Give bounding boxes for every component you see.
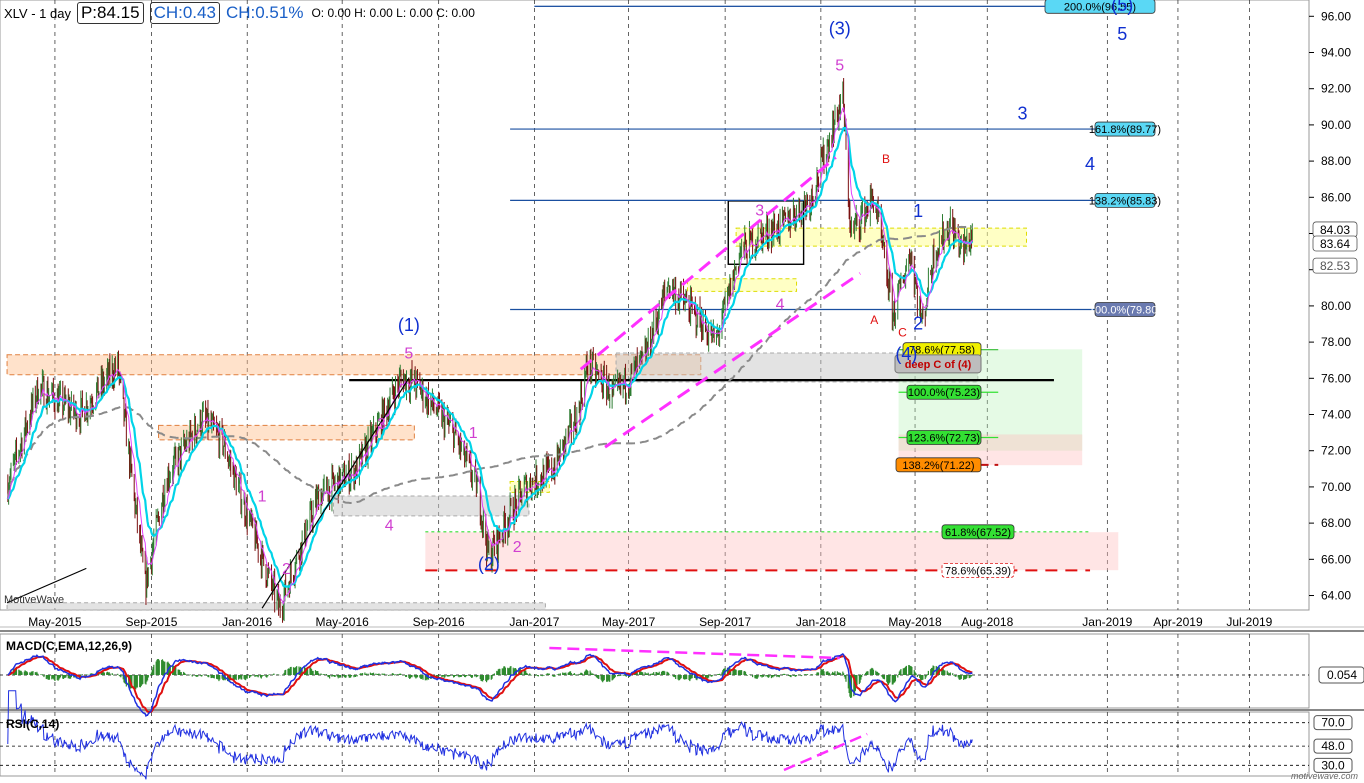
x-tick-label: Jan-2018 bbox=[796, 615, 846, 629]
wave-label: (1) bbox=[398, 315, 420, 335]
wave-label: 2 bbox=[513, 539, 522, 556]
fib-risk-zone bbox=[425, 532, 1119, 571]
rsi-level-label: 48.0 bbox=[1321, 739, 1345, 753]
rsi-title: RSI(C,14) bbox=[6, 717, 59, 731]
y-tick-label: 80.00 bbox=[1321, 299, 1351, 313]
chart-canvas: May-2015 Sep-2015 Jan-2016 May-2016 Sep-2016… bbox=[0, 0, 1364, 780]
y-tick-label: 78.00 bbox=[1321, 335, 1351, 349]
y-tick-label: 92.00 bbox=[1321, 82, 1351, 96]
x-tick-label: Jan-2017 bbox=[509, 615, 559, 629]
wave-label: (2) bbox=[478, 554, 500, 574]
fib-level-label: 100.0%(75.23) bbox=[908, 387, 980, 399]
y-tick-label: 72.00 bbox=[1321, 444, 1351, 458]
macd-title: MACD(C,EMA,12,26,9) bbox=[6, 639, 132, 653]
wave-label: 1 bbox=[469, 425, 478, 442]
price-tag-label: 84.03 bbox=[1320, 223, 1350, 237]
y-tick-label: 74.00 bbox=[1321, 408, 1351, 422]
macd-panel-frame bbox=[0, 633, 1310, 709]
y-tick-label: 76.00 bbox=[1321, 371, 1351, 385]
wave-label: 3 bbox=[377, 416, 386, 433]
wave-label: 3 bbox=[1018, 103, 1028, 123]
x-tick-label: Jan-2019 bbox=[1082, 615, 1132, 629]
y-tick-label: 90.00 bbox=[1321, 118, 1351, 132]
wave-label: 5 bbox=[404, 345, 413, 362]
fib-level-label: 123.6%(72.73) bbox=[908, 432, 980, 444]
x-tick-label: Sep-2015 bbox=[125, 615, 177, 629]
price-tag-label: 82.53 bbox=[1320, 259, 1350, 273]
fib-level-label: 78.6%(65.39) bbox=[945, 565, 1011, 577]
ohlc-readout: O: 0.00 H: 0.00 L: 0.00 C: 0.00 bbox=[311, 6, 475, 20]
x-tick-label: Aug-2018 bbox=[961, 615, 1013, 629]
x-tick-label: Jul-2019 bbox=[1226, 615, 1272, 629]
x-tick-label: Sep-2016 bbox=[413, 615, 465, 629]
x-tick-label: Apr-2019 bbox=[1153, 615, 1203, 629]
wave-label: 4 bbox=[776, 297, 785, 314]
wave-label: 5 bbox=[835, 58, 844, 75]
wave-label: 1 bbox=[913, 201, 923, 221]
wave-label: B bbox=[882, 152, 890, 166]
support-zone bbox=[6, 602, 546, 611]
y-tick-label: 64.00 bbox=[1321, 589, 1351, 603]
change-readout: CH:0.43 bbox=[149, 2, 220, 24]
price-readout: P:84.15 bbox=[76, 2, 144, 24]
fib-level-label: 161.8%(89.77) bbox=[1089, 124, 1161, 136]
x-tick-label: May-2016 bbox=[315, 615, 369, 629]
y-tick-label: 70.00 bbox=[1321, 480, 1351, 494]
macd-value-label: 0.054 bbox=[1327, 668, 1357, 682]
wave-label: 4 bbox=[385, 517, 394, 534]
x-tick-label: May-2015 bbox=[28, 615, 82, 629]
y-tick-label: 68.00 bbox=[1321, 516, 1351, 530]
y-tick-label: 66.00 bbox=[1321, 552, 1351, 566]
y-tick-label: 96.00 bbox=[1321, 9, 1351, 23]
x-tick-label: May-2018 bbox=[888, 615, 942, 629]
target-zone bbox=[686, 278, 798, 292]
symbol-label: XLV - 1 day bbox=[4, 5, 71, 21]
y-tick-label: 86.00 bbox=[1321, 190, 1351, 204]
wave-label: (4) bbox=[895, 344, 917, 364]
wave-label: 2 bbox=[282, 561, 291, 578]
chart-header: XLV - 1 day P:84.15 CH:0.43 CH:0.51% O: … bbox=[4, 2, 475, 24]
wave-label: (3) bbox=[829, 18, 851, 38]
wave-label: C bbox=[898, 326, 907, 340]
footer-credit: motivewave.com bbox=[1290, 771, 1358, 781]
wave-label: (5) bbox=[1111, 0, 1133, 15]
fib-level-label: 61.8%(67.52) bbox=[945, 527, 1011, 539]
x-tick-label: Jan-2016 bbox=[222, 615, 272, 629]
rsi-level-label: 70.0 bbox=[1321, 716, 1345, 730]
fib-level-label: 138.2%(71.22) bbox=[902, 460, 974, 472]
x-tick-label: May-2017 bbox=[602, 615, 656, 629]
x-tick-label: Sep-2017 bbox=[699, 615, 751, 629]
fib-level-label: 138.2%(85.83) bbox=[1089, 195, 1161, 207]
wave-label: 4 bbox=[1085, 154, 1095, 174]
wave-label: 5 bbox=[1117, 24, 1127, 44]
change-pct-readout: CH:0.51% bbox=[225, 3, 304, 22]
y-tick-label: 88.00 bbox=[1321, 154, 1351, 168]
wave-label: 3 bbox=[755, 202, 764, 219]
y-tick-label: 94.00 bbox=[1321, 45, 1351, 59]
wave-label: 2 bbox=[913, 313, 923, 333]
wave-label: 1 bbox=[258, 488, 267, 505]
rsi-panel-frame bbox=[0, 711, 1310, 777]
watermark: MotiveWave bbox=[4, 594, 65, 606]
price-tag-label: 83.64 bbox=[1320, 237, 1350, 251]
wave-label: A bbox=[870, 313, 878, 327]
fib-level-label: 100.0%(79.80) bbox=[1089, 305, 1161, 317]
